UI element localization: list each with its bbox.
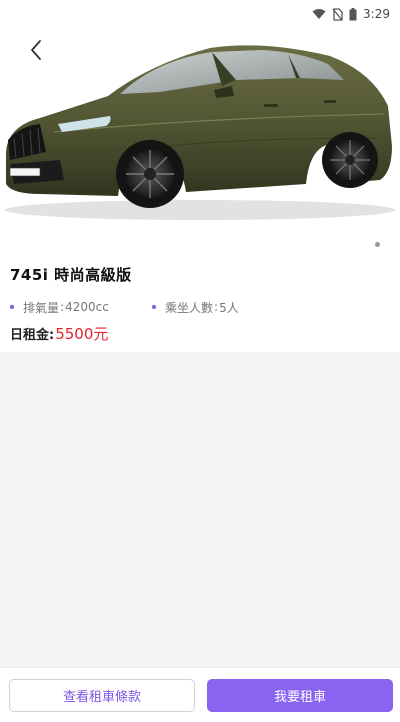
content-area: [0, 352, 400, 667]
battery-icon: [349, 7, 357, 21]
no-sim-icon: [332, 7, 343, 21]
status-time: 3:29: [363, 7, 390, 21]
wifi-icon: [312, 8, 326, 20]
spec-displacement: 排氣量:4200cc: [10, 299, 152, 316]
price-label: 日租金:: [10, 328, 55, 343]
spec-value: 4200cc: [65, 300, 109, 314]
price-row: 日租金: 5500元: [10, 323, 390, 345]
spec-label: 排氣量: [23, 300, 60, 315]
bullet-dot: [152, 305, 156, 309]
car-info: 745i 時尚高級版 排氣量:4200cc 乘坐人數:5人 日租金: 5500元: [0, 254, 400, 352]
view-terms-button[interactable]: 查看租車條款: [9, 678, 195, 712]
gallery-page-indicator: [375, 242, 380, 247]
status-bar: 3:29: [0, 0, 400, 28]
spec-separator: :: [214, 300, 219, 314]
bullet-dot: [10, 305, 14, 309]
car-title: 745i 時尚高級版: [10, 266, 132, 284]
price-value: 5500元: [55, 325, 109, 343]
bottom-action-bar: 查看租車條款 我要租車: [0, 667, 400, 722]
rent-button[interactable]: 我要租車: [207, 678, 393, 712]
spec-list: 排氣量:4200cc 乘坐人數:5人: [10, 299, 390, 315]
car-photo: [5, 45, 395, 220]
car-gallery[interactable]: [0, 28, 400, 254]
spec-seats: 乘坐人數:5人: [152, 299, 294, 316]
back-button[interactable]: [22, 36, 50, 64]
chevron-left-icon: [31, 40, 41, 60]
spec-separator: :: [60, 300, 65, 314]
spec-label: 乘坐人數: [165, 300, 214, 315]
spec-value: 5人: [219, 300, 239, 315]
